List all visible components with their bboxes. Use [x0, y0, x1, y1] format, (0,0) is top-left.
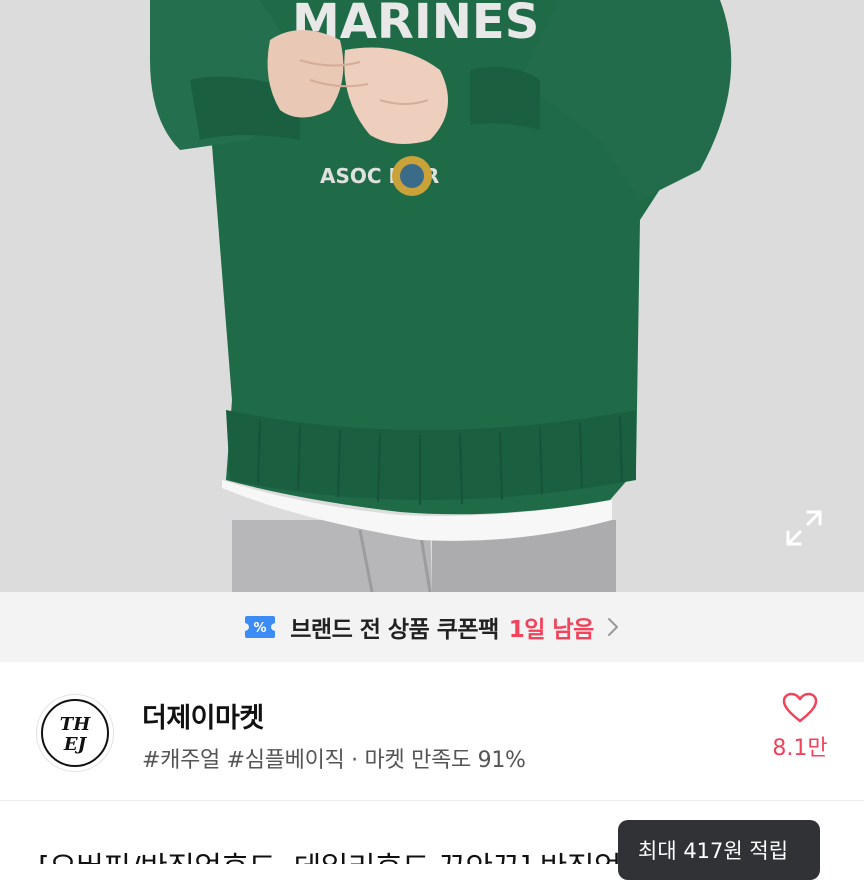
svg-text:%: % — [254, 621, 267, 636]
svg-text:TH: TH — [60, 714, 91, 735]
reward-tooltip[interactable]: 최대 417원 적립 — [618, 820, 820, 880]
expand-icon — [786, 510, 822, 546]
product-image[interactable]: MARINES ASOC MAR — [0, 0, 864, 592]
shop-tags: #캐주얼 #심플베이직 · 마켓 만족도 91% — [142, 748, 526, 773]
shop-name[interactable]: 더제이마켓 — [142, 696, 264, 735]
like-count: 8.1만 — [772, 736, 828, 761]
expand-image-button[interactable] — [784, 508, 824, 548]
chevron-right-icon — [607, 618, 618, 636]
shop-info: TH EJ 더제이마켓 #캐주얼 #심플베이직 · 마켓 만족도 91% 8.1… — [0, 662, 864, 800]
shop-logo-mark: TH EJ — [41, 699, 109, 767]
like-button[interactable]: 8.1만 — [760, 692, 840, 762]
coupon-text: 브랜드 전 상품 쿠폰팩 — [290, 617, 499, 643]
coupon-icon: % — [245, 616, 276, 638]
product-photo: MARINES ASOC MAR — [0, 0, 864, 592]
coupon-time-left: 1일 남음 — [508, 617, 595, 643]
shop-logo[interactable]: TH EJ — [36, 694, 114, 772]
coupon-banner[interactable]: % 브랜드 전 상품 쿠폰팩 1일 남음 — [0, 592, 864, 662]
heart-icon — [782, 692, 818, 723]
product-title: [오버핏/반집업후드, 데일리후드 꾸안꾸] 반집업 후드티 — [38, 843, 712, 864]
svg-text:EJ: EJ — [63, 734, 88, 755]
